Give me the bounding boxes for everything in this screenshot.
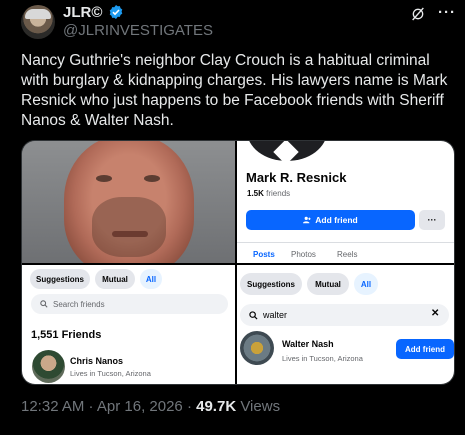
close-icon[interactable]: ✕ <box>431 308 439 319</box>
profile-friends-count: 1.5K friends <box>247 189 291 198</box>
chip-suggestions[interactable]: Suggestions <box>30 269 90 289</box>
chip-all[interactable]: All <box>354 273 378 295</box>
add-friend-button[interactable]: Add friend <box>246 210 415 230</box>
add-person-icon <box>303 216 311 224</box>
tab-reels[interactable]: Reels <box>337 250 357 259</box>
profile-name: Mark R. Resnick <box>246 170 347 185</box>
search-friends-input[interactable]: Search friends <box>31 294 228 314</box>
chip-mutual[interactable]: Mutual <box>95 269 135 289</box>
tab-photos[interactable]: Photos <box>291 250 316 259</box>
search-input[interactable]: walter <box>240 304 449 326</box>
media-grid[interactable]: Mark R. Resnick 1.5K friends Add friend … <box>21 140 455 385</box>
tweet-meta: 12:32 AM · Apr 16, 2026 · 49.7K Views <box>21 398 280 415</box>
author-name[interactable]: JLR© <box>63 4 102 21</box>
profile-avatar <box>247 141 327 165</box>
mugshot-photo[interactable] <box>22 141 235 263</box>
profile-more-button[interactable]: ··· <box>419 210 445 230</box>
person-location: Lives in Tucson, Arizona <box>282 354 363 363</box>
chip-mutual[interactable]: Mutual <box>307 273 349 295</box>
profile-tabs: Posts Photos Reels <box>237 242 454 263</box>
tweet-timestamp[interactable]: 12:32 AM · Apr 16, 2026 · <box>21 398 192 415</box>
verified-badge-icon <box>109 5 123 19</box>
tweet: JLR© @JLRINVESTIGATES ··· Nancy Guthrie'… <box>0 0 465 435</box>
friends-list-screenshot[interactable]: Suggestions Mutual All Search friends 1,… <box>22 265 235 384</box>
search-icon <box>249 310 258 320</box>
friend-search-screenshot[interactable]: Suggestions Mutual All walter ✕ Walter N… <box>237 265 454 384</box>
chip-all[interactable]: All <box>140 269 162 289</box>
grok-icon[interactable] <box>410 6 426 22</box>
author-avatar[interactable] <box>21 5 55 39</box>
friends-count: 1,551 Friends <box>31 329 102 341</box>
profile-screenshot[interactable]: Mark R. Resnick 1.5K friends Add friend … <box>237 141 454 263</box>
views-count: 49.7K <box>196 398 237 415</box>
chip-suggestions[interactable]: Suggestions <box>240 273 302 295</box>
tab-posts[interactable]: Posts <box>253 250 275 259</box>
person-location: Lives in Tucson, Arizona <box>70 369 151 378</box>
views-label: Views <box>240 398 281 415</box>
more-icon[interactable]: ··· <box>438 4 456 21</box>
walter-nash-avatar[interactable] <box>240 331 274 365</box>
search-icon <box>40 300 48 308</box>
person-name[interactable]: Chris Nanos <box>70 356 123 366</box>
tweet-text: Nancy Guthrie's neighbor Clay Crouch is … <box>21 52 448 129</box>
author-handle[interactable]: @JLRINVESTIGATES <box>63 22 213 39</box>
chris-nanos-avatar[interactable] <box>32 350 65 383</box>
person-name[interactable]: Walter Nash <box>282 339 334 349</box>
add-friend-button[interactable]: Add friend <box>396 339 454 359</box>
